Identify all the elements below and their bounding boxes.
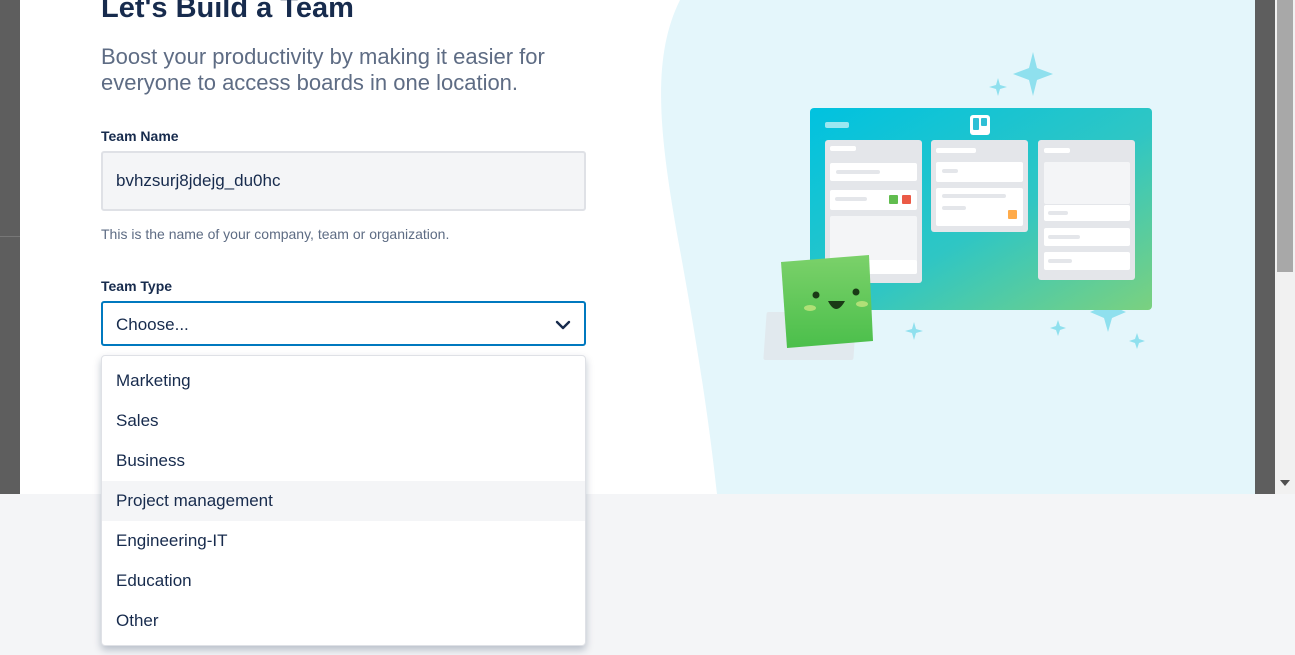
dropdown-option-education[interactable]: Education xyxy=(102,561,585,601)
chevron-down-icon[interactable] xyxy=(554,316,572,334)
dropdown-option-sales[interactable]: Sales xyxy=(102,401,585,441)
board-logo-icon xyxy=(970,115,990,135)
scroll-down-arrow-icon[interactable] xyxy=(1280,480,1290,486)
backdrop-divider xyxy=(0,236,20,237)
page-subtitle: Boost your productivity by making it eas… xyxy=(101,44,545,95)
team-type-selected-value: Choose... xyxy=(116,315,189,334)
dropdown-option-other[interactable]: Other xyxy=(102,601,585,641)
team-name-label: Team Name xyxy=(101,128,179,144)
team-type-label: Team Type xyxy=(101,278,173,294)
dropdown-option-engineering-it[interactable]: Engineering-IT xyxy=(102,521,585,561)
dropdown-option-project-management[interactable]: Project management xyxy=(102,481,585,521)
vertical-scrollbar[interactable] xyxy=(1275,0,1295,494)
page-title: Let's Build a Team xyxy=(101,0,354,24)
team-type-dropdown-menu: Marketing Sales Business Project managem… xyxy=(101,355,586,646)
team-board-illustration xyxy=(763,52,1152,360)
team-name-input[interactable] xyxy=(101,151,586,211)
team-type-select[interactable]: Choose... xyxy=(101,301,586,346)
dropdown-option-marketing[interactable]: Marketing xyxy=(102,361,585,401)
smiling-card-mascot-icon xyxy=(763,255,873,360)
scrollbar-thumb[interactable] xyxy=(1277,0,1293,272)
team-name-helper: This is the name of your company, team o… xyxy=(101,226,450,242)
dropdown-option-business[interactable]: Business xyxy=(102,441,585,481)
